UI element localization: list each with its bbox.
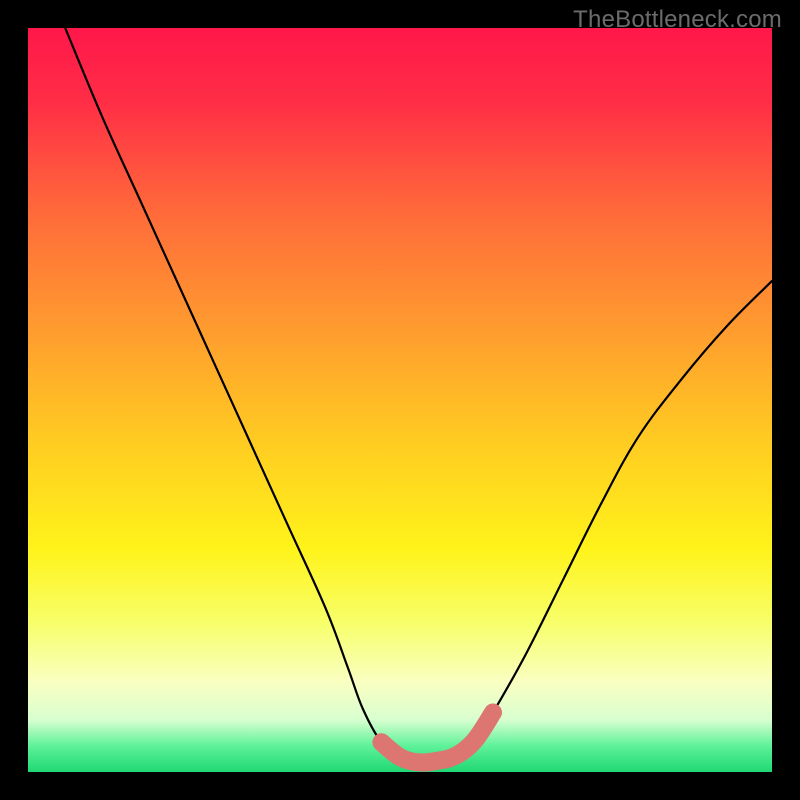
plot-area [28,28,772,772]
curve-left-branch [65,28,418,762]
attribution-text: TheBottleneck.com [573,6,782,34]
curve-layer [28,28,772,772]
curve-right-branch [419,281,772,762]
highlight-marker [381,712,493,762]
chart-frame: TheBottleneck.com [0,0,800,800]
